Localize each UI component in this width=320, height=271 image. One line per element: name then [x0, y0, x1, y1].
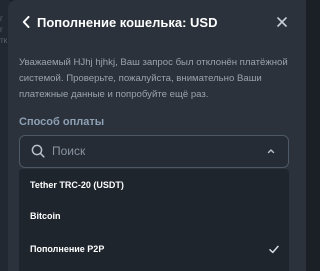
- modal-header: Пополнение кошелька: USD: [8, 0, 306, 42]
- modal-title: Пополнение кошелька: USD: [37, 15, 218, 30]
- option-label: Bitcoin: [30, 211, 61, 221]
- back-button[interactable]: [18, 14, 34, 30]
- search-input[interactable]: [52, 142, 252, 160]
- check-icon: [269, 245, 279, 254]
- option-tether[interactable]: Tether TRC-20 (USDT): [19, 169, 289, 203]
- deposit-modal: Пополнение кошелька: USD Уважаемый HJhj …: [8, 0, 306, 271]
- chevron-up-icon[interactable]: [266, 146, 276, 156]
- close-icon: [277, 17, 287, 27]
- payment-method-select[interactable]: [19, 135, 289, 168]
- search-icon: [31, 144, 45, 158]
- option-bitcoin[interactable]: Bitcoin: [19, 200, 289, 234]
- payment-options-list: Tether TRC-20 (USDT) Bitcoin Пополнение …: [19, 169, 289, 271]
- payment-method-label: Способ оплаты: [19, 116, 105, 128]
- option-label: Пополнение P2P: [30, 244, 105, 254]
- close-button[interactable]: [274, 14, 290, 30]
- option-label: Tether TRC-20 (USDT): [30, 180, 124, 190]
- option-p2p[interactable]: Пополнение P2P: [19, 233, 289, 267]
- back-arrow-icon: [22, 16, 30, 28]
- error-message: Уважаемый HJhj hjhkj, Ваш запрос был отк…: [19, 57, 288, 100]
